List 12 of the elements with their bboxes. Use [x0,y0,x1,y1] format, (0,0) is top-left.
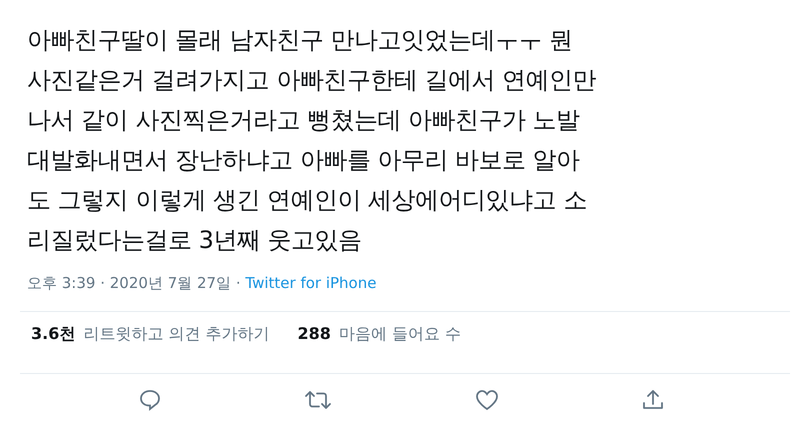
stat-label: 리트윗하고 의견 추가하기 [83,324,270,345]
timestamp: 오후 3:39 · 2020년 7월 27일 · [27,274,242,292]
tweet-text-line: 사진같은거 걸려가지고 아빠친구한테 길에서 연예인만 [27,65,598,96]
tweet-text-line: 도 그렇지 이렇게 생긴 연예인이 세상에어디있냐고 소 [27,185,588,216]
tweet-text-line: 리질렀다는걸로 3년째 웃고있음 [27,225,363,256]
source-link[interactable]: Twitter for iPhone [245,274,376,292]
tweet-text-line: 대발화내면서 장난하냐고 아빠를 아무리 바보로 알아 [27,145,581,176]
stat-count: 288 [298,324,331,345]
tweet-text-line: 아빠친구딸이 몰래 남자친구 만나고잇었는데ㅜㅜ 뭔 [27,25,574,56]
stat-label: 마음에 들어요 수 [338,324,462,345]
stat-count: 3.6천 [31,324,76,345]
tweet-text-line: 나서 같이 사진찍은거라고 뻥쳤는데 아빠친구가 노발 [27,105,581,136]
